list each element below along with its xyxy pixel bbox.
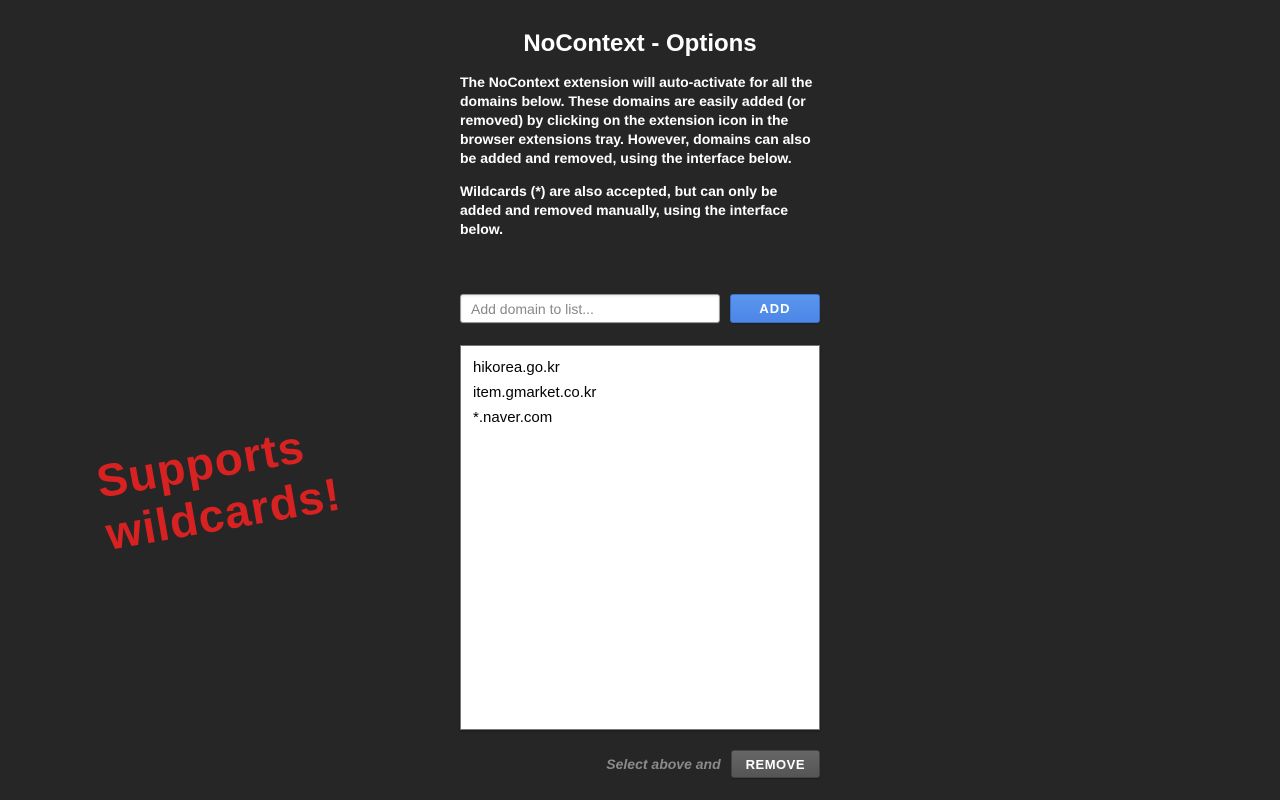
page-title: NoContext - Options [460, 30, 820, 58]
description-paragraph-1: The NoContext extension will auto-activa… [460, 73, 820, 167]
remove-hint: Select above and [606, 756, 720, 772]
list-item[interactable]: hikorea.go.kr [473, 356, 807, 381]
add-domain-row: ADD [460, 294, 820, 323]
list-item[interactable]: item.gmarket.co.kr [473, 381, 807, 406]
callout-badge: Supports wildcards! [93, 415, 345, 560]
add-button[interactable]: ADD [730, 294, 820, 323]
remove-button[interactable]: REMOVE [731, 750, 820, 778]
domain-list[interactable]: hikorea.go.kr item.gmarket.co.kr *.naver… [460, 345, 820, 730]
domain-input[interactable] [460, 294, 720, 323]
remove-row: Select above and REMOVE [460, 750, 820, 778]
description-paragraph-2: Wildcards (*) are also accepted, but can… [460, 182, 820, 239]
list-item[interactable]: *.naver.com [473, 406, 807, 431]
options-container: NoContext - Options The NoContext extens… [460, 0, 820, 778]
